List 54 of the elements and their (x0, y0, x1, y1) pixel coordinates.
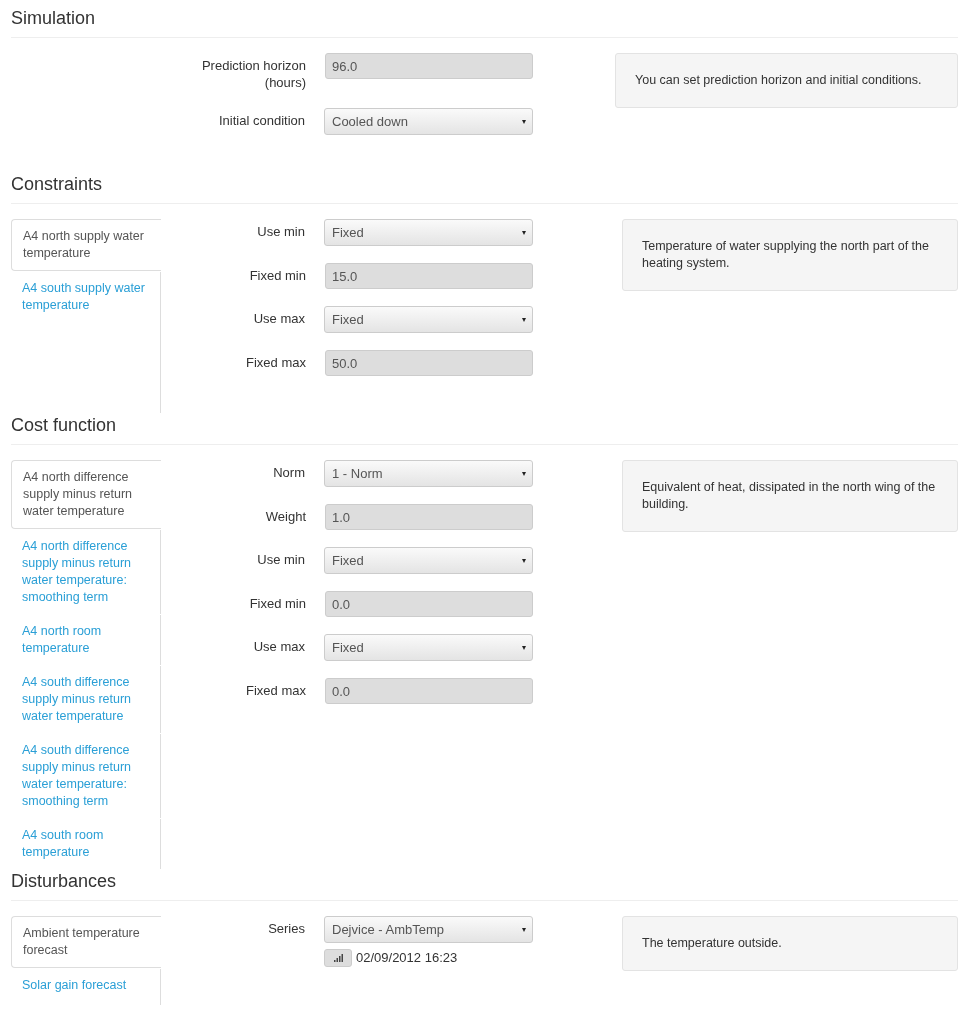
input-field[interactable]: 1.0 (325, 504, 533, 530)
dropdown[interactable]: Fixed (324, 306, 533, 333)
field-label: Norm (272, 464, 306, 481)
caret-icon (522, 471, 526, 476)
dropdown[interactable]: Fixed (324, 634, 533, 661)
caret-icon (522, 927, 526, 932)
field-label: Fixed max (245, 354, 307, 371)
field-label: Use max (252, 638, 306, 655)
help-panel: The temperature outside. (622, 916, 958, 971)
tab[interactable]: A4 north difference supply minus return water temperature: smoothing term (11, 530, 161, 614)
caret-icon (522, 558, 526, 563)
tab[interactable]: A4 south difference supply minus return water temperature: smoothing term (11, 734, 161, 818)
dropdown[interactable]: Dejvice - AmbTemp (324, 916, 533, 943)
dropdown[interactable]: Cooled down (324, 108, 533, 135)
field-label: Fixed min (248, 267, 307, 284)
tab[interactable]: A4 south difference supply minus return water temperature (11, 666, 161, 733)
tab[interactable]: A4 north supply water temperature (11, 219, 161, 271)
caret-icon (522, 119, 526, 124)
section-heading: Constraints (11, 172, 958, 204)
help-panel: Temperature of water supplying the north part of the heating system. (622, 219, 958, 291)
caret-icon (522, 230, 526, 235)
timestamp: 02/09/2012 16:23 (356, 949, 458, 967)
input-field[interactable]: 15.0 (325, 263, 533, 289)
chart-button[interactable] (324, 948, 352, 967)
field-label: Fixed max (245, 682, 307, 699)
tab[interactable]: Ambient temperature forecast (11, 916, 161, 968)
tab[interactable]: Solar gain forecast (11, 969, 161, 1002)
section-heading: Cost function (11, 413, 958, 445)
input-field[interactable]: 0.0 (325, 591, 533, 617)
signal-bars-icon (333, 953, 343, 962)
help-panel: Equivalent of heat, dissipated in the north wing of the building. (622, 460, 958, 532)
field-label: Initial condition (218, 112, 306, 129)
field-label: Prediction horizon (hours) (200, 57, 307, 91)
field-label: Use min (256, 223, 306, 240)
dropdown[interactable]: Fixed (324, 547, 533, 574)
field-label: Use min (256, 551, 306, 568)
field-label: Weight (264, 508, 307, 525)
dropdown[interactable]: Fixed (324, 219, 533, 246)
field-label: Use max (252, 310, 306, 327)
input-field[interactable]: 50.0 (325, 350, 533, 376)
caret-icon (522, 645, 526, 650)
tab[interactable]: A4 north room temperature (11, 615, 161, 665)
section-heading: Simulation (11, 6, 958, 38)
input-field[interactable]: 96.0 (325, 53, 533, 79)
section-heading: Disturbances (11, 869, 958, 901)
help-panel: You can set prediction horizon and initial conditions. (615, 53, 958, 108)
input-field[interactable]: 0.0 (325, 678, 533, 704)
dropdown[interactable]: 1 - Norm (324, 460, 533, 487)
tab[interactable]: A4 north difference supply minus return water temperature (11, 460, 161, 529)
caret-icon (522, 317, 526, 322)
tab[interactable]: A4 south supply water temperature (11, 272, 161, 322)
field-label: Fixed min (248, 595, 307, 612)
field-label: Series (267, 920, 306, 937)
tab[interactable]: A4 south room temperature (11, 819, 161, 869)
